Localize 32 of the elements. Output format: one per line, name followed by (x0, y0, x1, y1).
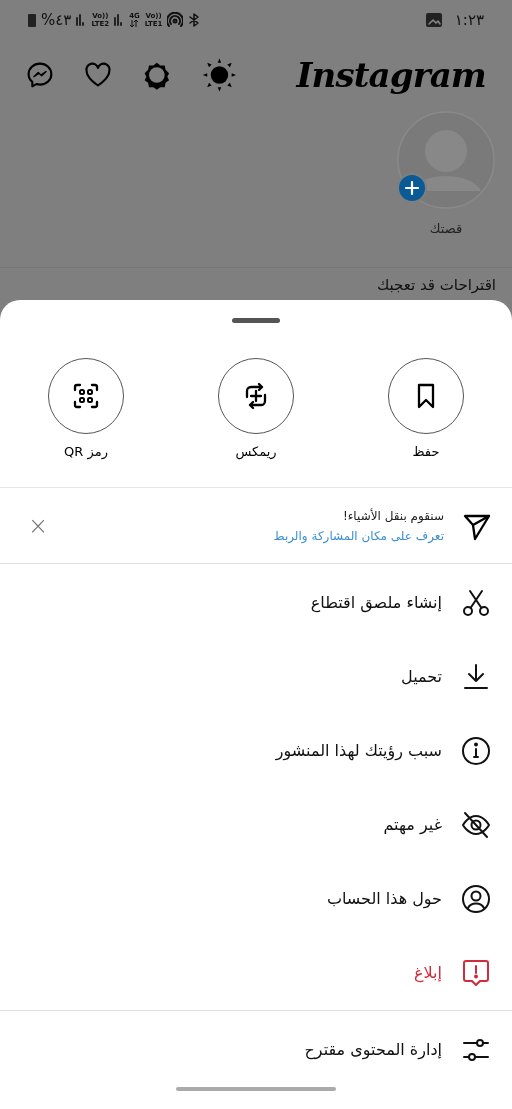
menu-item[interactable]: سبب رؤيتك لهذا المنشور (0, 714, 512, 788)
menu-item[interactable]: حول هذا الحساب (0, 862, 512, 936)
action-label: حفظ (412, 443, 440, 461)
menu-item[interactable]: إنشاء ملصق اقتطاع (0, 566, 512, 640)
section-title: اقتراحات قد تعجبك (376, 274, 496, 296)
battery-icon (28, 12, 36, 27)
menu-item[interactable]: غير مهتم (0, 788, 512, 862)
action-label: رمز QR (64, 443, 108, 462)
hotspot-icon (167, 11, 184, 28)
action-label: ريمكس (235, 443, 277, 462)
scissors-icon (460, 587, 492, 619)
bluetooth-icon (188, 11, 201, 28)
eye-slash-icon (460, 809, 492, 841)
drag-handle[interactable] (232, 317, 280, 323)
banner-link[interactable]: تعرف على مكان المشاركة والربط (66, 525, 444, 546)
menu-item[interactable]: تحميل (0, 640, 512, 714)
close-button[interactable]: × (28, 513, 49, 538)
signal-icon (114, 13, 125, 26)
user-circle-icon (460, 883, 492, 915)
image-icon (425, 12, 442, 27)
battery-percent: %٤٣ (41, 9, 72, 31)
signal-icon (76, 13, 87, 26)
banner-title: سنقوم بنقل الأشياء! (341, 507, 444, 525)
info-icon (460, 735, 492, 767)
add-story-icon[interactable] (397, 172, 427, 203)
data-arrows-icon (130, 20, 139, 28)
menu-item[interactable]: إدارة المحتوى مقترح (0, 1013, 512, 1087)
clock-time: ١:٢٣ (454, 9, 484, 31)
report-icon (460, 957, 492, 989)
story-label: قصتك (429, 219, 463, 238)
instagram-logo: Instagram (296, 53, 486, 97)
menu-item[interactable]: إبلاغ (0, 936, 512, 1010)
